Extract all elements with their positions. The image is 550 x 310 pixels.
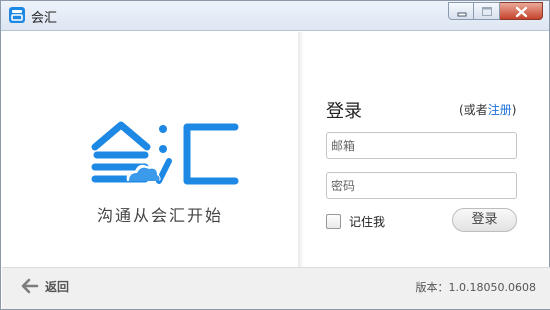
email-input[interactable] [326, 132, 517, 159]
window-controls [448, 2, 543, 20]
maximize-button[interactable] [474, 2, 500, 20]
back-button[interactable]: 返回 [45, 278, 69, 295]
register-hint-prefix: (或者 [459, 103, 488, 117]
close-button[interactable] [500, 2, 543, 20]
version-label: 版本：1.0.18050.0608 [415, 281, 536, 294]
title-bar[interactable]: 会汇 [1, 1, 549, 31]
app-logo-icon [9, 7, 25, 23]
brand-logo [87, 119, 243, 194]
password-input[interactable] [326, 172, 517, 199]
remember-me[interactable]: 记住我 [326, 213, 385, 230]
maximize-icon [482, 7, 492, 16]
brand-slogan: 沟通从会汇开始 [97, 206, 224, 225]
close-icon [515, 6, 528, 18]
register-link[interactable]: 注册 [488, 103, 512, 117]
window-title: 会汇 [31, 11, 58, 26]
login-heading: 登录 [326, 101, 362, 122]
minimize-icon [457, 12, 467, 17]
footer-bar: 返回 版本：1.0.18050.0608 [2, 267, 550, 309]
login-button[interactable]: 登录 [452, 208, 517, 232]
register-hint-suffix: ) [511, 103, 517, 117]
login-window: 会汇 沟通从会汇开始 登录 (或者注册) 邮箱 记住我 登录 返回 版本：1.0… [0, 0, 550, 310]
remember-label: 记住我 [349, 215, 386, 229]
minimize-button[interactable] [448, 2, 474, 20]
panel-divider [298, 32, 304, 267]
register-hint: (或者注册) [459, 101, 516, 118]
arrow-left-icon[interactable] [21, 278, 39, 297]
remember-checkbox[interactable] [326, 214, 341, 229]
